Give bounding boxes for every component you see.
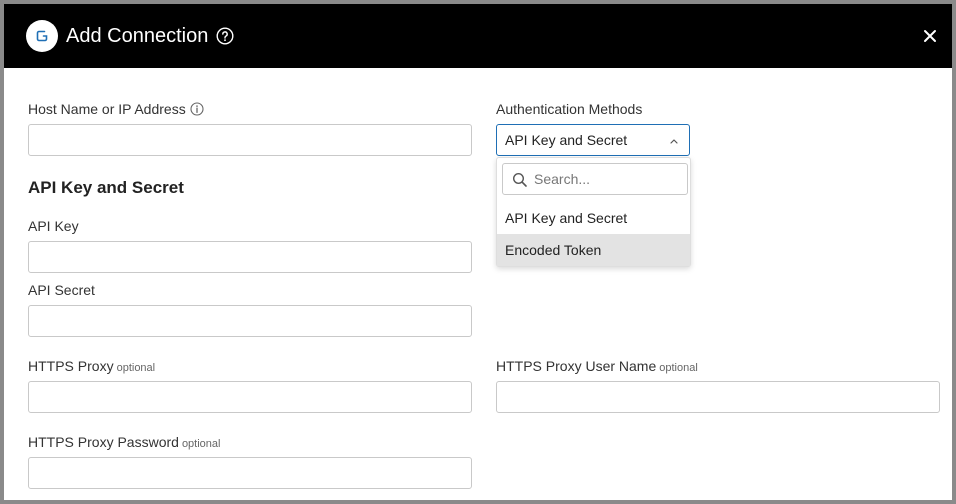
- optional-tag: optional: [181, 438, 221, 450]
- auth-methods-select[interactable]: API Key and Secret: [496, 124, 690, 156]
- dialog-title: Add Connection: [66, 25, 209, 47]
- dropdown-search[interactable]: [502, 163, 688, 195]
- host-label: Host Name or IP Address: [28, 100, 204, 118]
- https-proxy-user-input[interactable]: [496, 381, 940, 413]
- optional-tag: optional: [116, 362, 156, 374]
- auth-selected-value: API Key and Secret: [505, 132, 628, 148]
- host-input[interactable]: [28, 124, 472, 156]
- https-proxy-password-label-text: HTTPS Proxy Password: [28, 434, 179, 450]
- section-title: API Key and Secret: [28, 178, 184, 197]
- add-connection-dialog: Add Connection Host Name or IP Address A…: [4, 4, 952, 500]
- api-key-label: API Key: [28, 218, 79, 234]
- https-proxy-user-label-text: HTTPS Proxy User Name: [496, 358, 657, 374]
- help-icon[interactable]: [216, 27, 234, 45]
- auth-methods-label: Authentication Methods: [496, 101, 643, 117]
- https-proxy-password-input[interactable]: [28, 457, 472, 489]
- info-icon[interactable]: [190, 102, 204, 116]
- optional-tag: optional: [659, 362, 698, 374]
- api-secret-label: API Secret: [28, 282, 95, 298]
- https-proxy-label-text: HTTPS Proxy: [28, 358, 114, 374]
- https-proxy-password-label: HTTPS Proxy Password optional: [28, 433, 220, 453]
- api-secret-input[interactable]: [28, 305, 472, 337]
- connector-logo-icon: [26, 20, 58, 52]
- https-proxy-user-label: HTTPS Proxy User Name optional: [496, 357, 698, 377]
- option-api-key-and-secret[interactable]: API Key and Secret: [497, 202, 690, 234]
- option-encoded-token[interactable]: Encoded Token: [497, 234, 690, 266]
- search-icon: [512, 172, 527, 187]
- https-proxy-input[interactable]: [28, 381, 472, 413]
- chevron-up-icon: [670, 139, 678, 144]
- close-icon[interactable]: [920, 26, 940, 46]
- api-key-input[interactable]: [28, 241, 472, 273]
- dropdown-search-input[interactable]: [534, 165, 684, 193]
- auth-methods-dropdown: API Key and Secret Encoded Token: [496, 157, 691, 267]
- host-label-text: Host Name or IP Address: [28, 101, 186, 117]
- https-proxy-label: HTTPS Proxy optional: [28, 357, 155, 377]
- dialog-header: Add Connection: [4, 4, 952, 68]
